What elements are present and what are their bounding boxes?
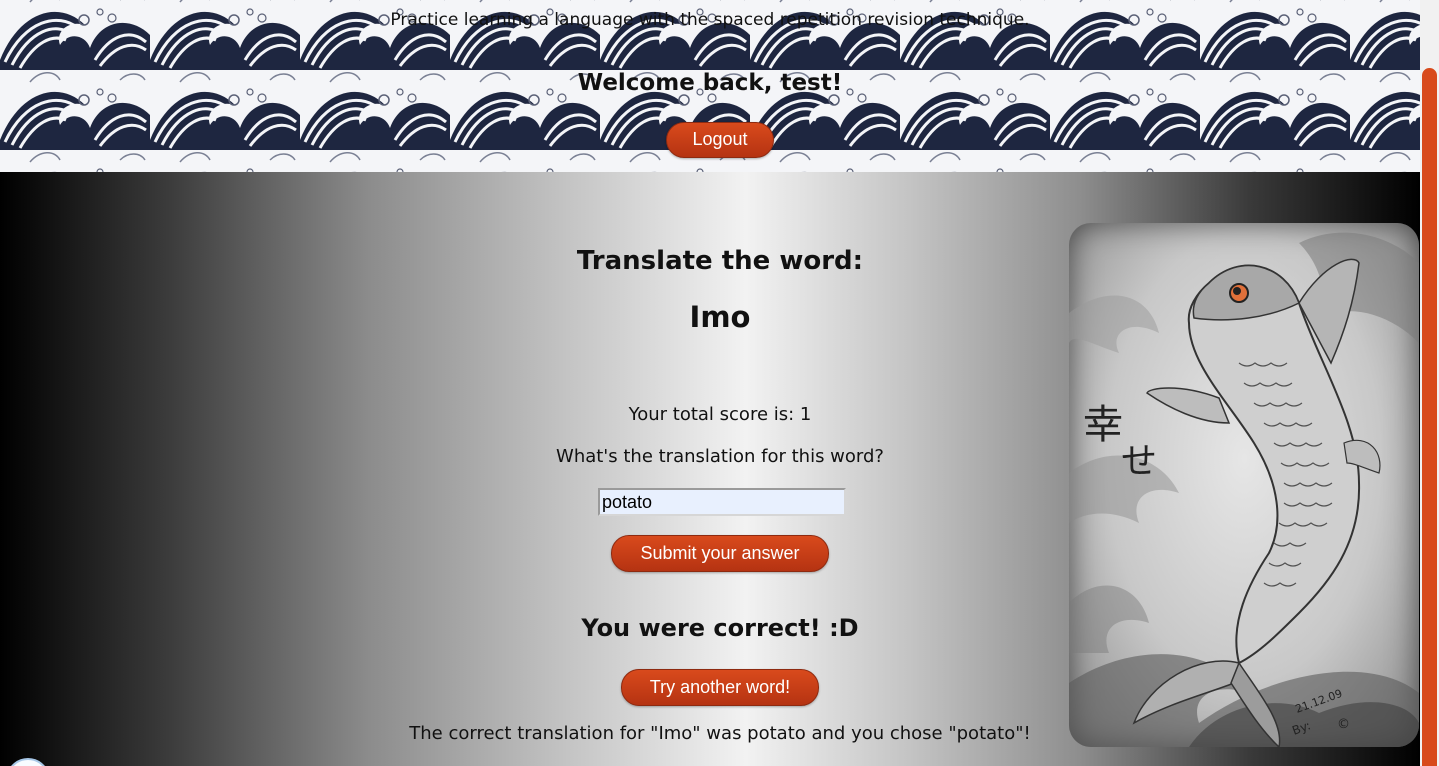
koi-fish-illustration: 幸 せ 21.12.09 By: © xyxy=(1069,232,1419,747)
kanji-happiness-2: せ xyxy=(1121,441,1157,482)
header-banner: Practice learning a language with the sp… xyxy=(0,0,1420,172)
page-scrollbar[interactable] xyxy=(1420,0,1439,766)
logout-button[interactable]: Logout xyxy=(666,122,774,158)
page: Practice learning a language with the sp… xyxy=(0,0,1439,766)
scrollbar-thumb[interactable] xyxy=(1422,68,1437,766)
answer-input[interactable] xyxy=(598,488,846,516)
koi-fish-image: 幸 せ 21.12.09 By: © xyxy=(1069,223,1419,747)
submit-answer-button[interactable]: Submit your answer xyxy=(611,535,829,572)
artwork-copyright: © xyxy=(1337,717,1350,732)
try-another-word-button[interactable]: Try another word! xyxy=(621,669,819,706)
welcome-message: Welcome back, test! xyxy=(577,70,843,96)
main-area: Translate the word: Imo Your total score… xyxy=(0,172,1420,766)
kanji-happiness-1: 幸 xyxy=(1083,402,1123,448)
header-content: Practice learning a language with the sp… xyxy=(0,0,1420,172)
site-tagline: Practice learning a language with the sp… xyxy=(390,10,1030,30)
